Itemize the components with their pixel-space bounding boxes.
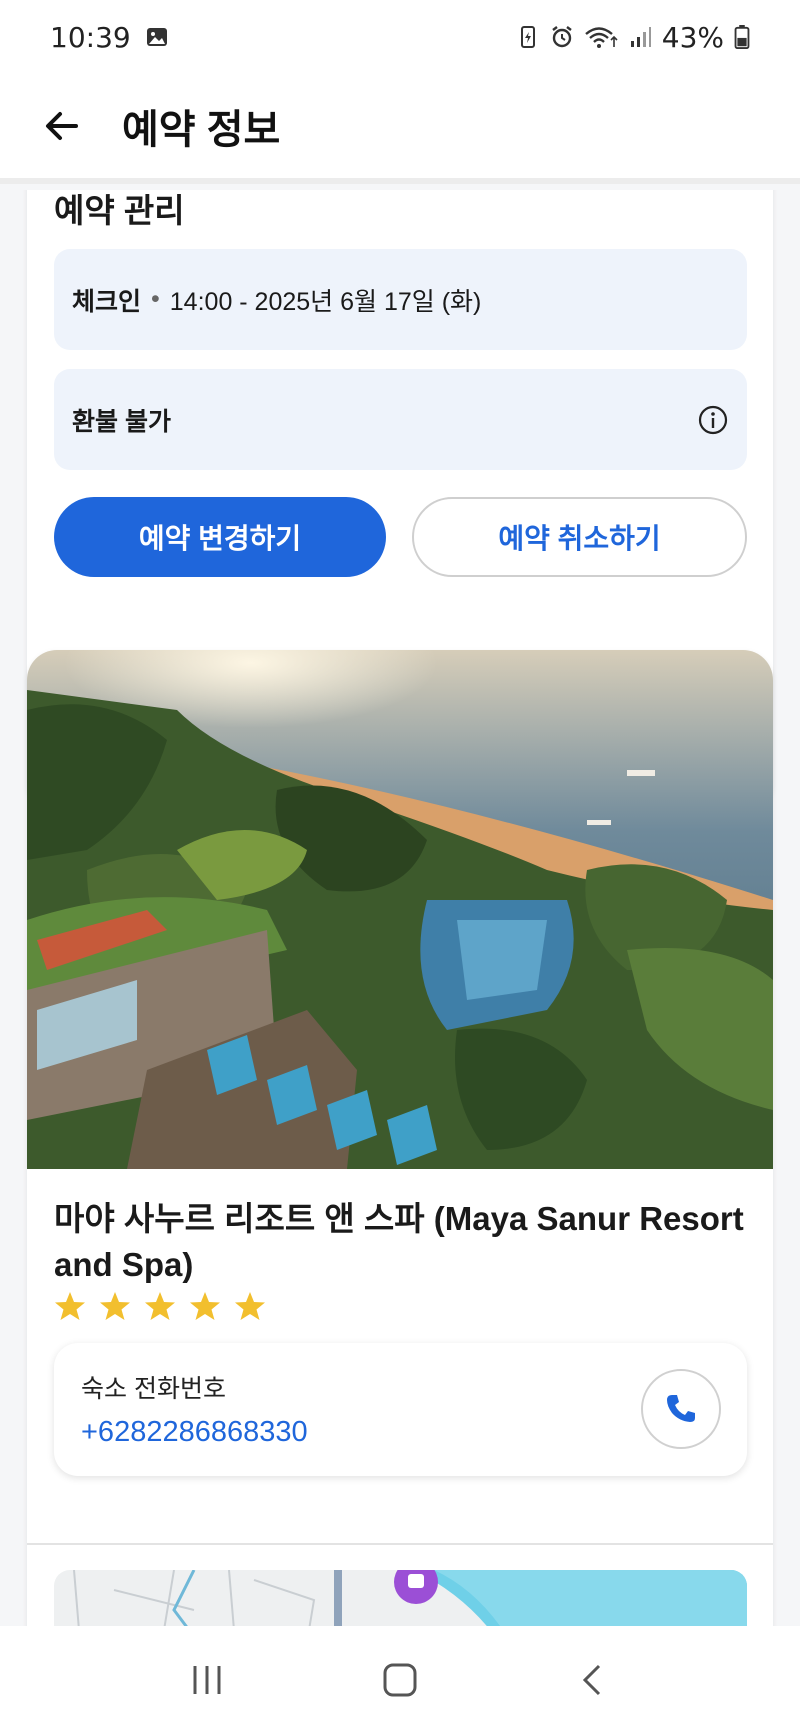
star-icon <box>55 1292 85 1320</box>
star-icon <box>235 1292 265 1320</box>
system-back-button[interactable] <box>553 1650 633 1710</box>
page-title: 예약 정보 <box>122 108 281 152</box>
image-icon <box>146 28 167 46</box>
refund-label: 환불 불가 <box>72 407 171 436</box>
divider <box>27 1543 773 1545</box>
property-phone-card: 숙소 전화번호 +6282286868330 <box>54 1343 747 1476</box>
checkin-info: 체크인 • 14:00 - 2025년 6월 17일 (화) <box>54 249 747 350</box>
refund-info[interactable]: 환불 불가 <box>54 369 747 470</box>
system-nav-bar <box>0 1626 800 1733</box>
checkin-value: 14:00 - 2025년 6월 17일 (화) <box>169 287 482 316</box>
cancel-booking-button[interactable]: 예약 취소하기 <box>412 497 747 577</box>
app-bar: 예약 정보 <box>0 74 800 184</box>
separator-dot: • <box>151 285 160 313</box>
call-button[interactable] <box>641 1369 721 1449</box>
checkin-label: 체크인 <box>72 287 142 316</box>
signal-icon <box>630 27 651 47</box>
alarm-icon <box>552 26 572 48</box>
wifi-icon <box>584 27 618 48</box>
recent-apps-button[interactable] <box>167 1650 247 1710</box>
phone-number-link[interactable]: +6282286868330 <box>81 1416 308 1449</box>
recent-apps-icon <box>193 1665 221 1694</box>
status-bar: 10:39 43% <box>0 0 800 74</box>
status-time: 10:39 <box>50 20 131 54</box>
battery-percent: 43% <box>661 20 724 54</box>
scroll-content[interactable]: 예약 관리 체크인 • 14:00 - 2025년 6월 17일 (화) 환불 … <box>0 190 800 1626</box>
back-button[interactable] <box>32 96 92 156</box>
phone-icon <box>667 1395 695 1422</box>
battery-icon <box>734 25 750 49</box>
change-booking-button[interactable]: 예약 변경하기 <box>54 497 386 577</box>
home-button[interactable] <box>360 1650 440 1710</box>
section-title: 예약 관리 <box>54 192 185 229</box>
star-icon <box>190 1292 220 1320</box>
star-icon <box>100 1292 130 1320</box>
star-rating <box>54 1290 266 1322</box>
arrow-left-icon <box>46 112 78 140</box>
hotel-photo[interactable] <box>27 650 773 1169</box>
info-icon[interactable] <box>697 404 729 436</box>
chevron-left-icon <box>583 1664 601 1695</box>
battery-saver-icon <box>520 26 535 48</box>
home-icon <box>383 1663 417 1696</box>
map-preview[interactable] <box>54 1570 747 1626</box>
star-icon <box>145 1292 175 1320</box>
hotel-name: 마야 사누르 리조트 앤 스파 (Maya Sanur Resort and S… <box>54 1200 744 1283</box>
hotel-card: 마야 사누르 리조트 앤 스파 (Maya Sanur Resort and S… <box>27 650 773 1626</box>
phone-label: 숙소 전화번호 <box>81 1375 226 1403</box>
